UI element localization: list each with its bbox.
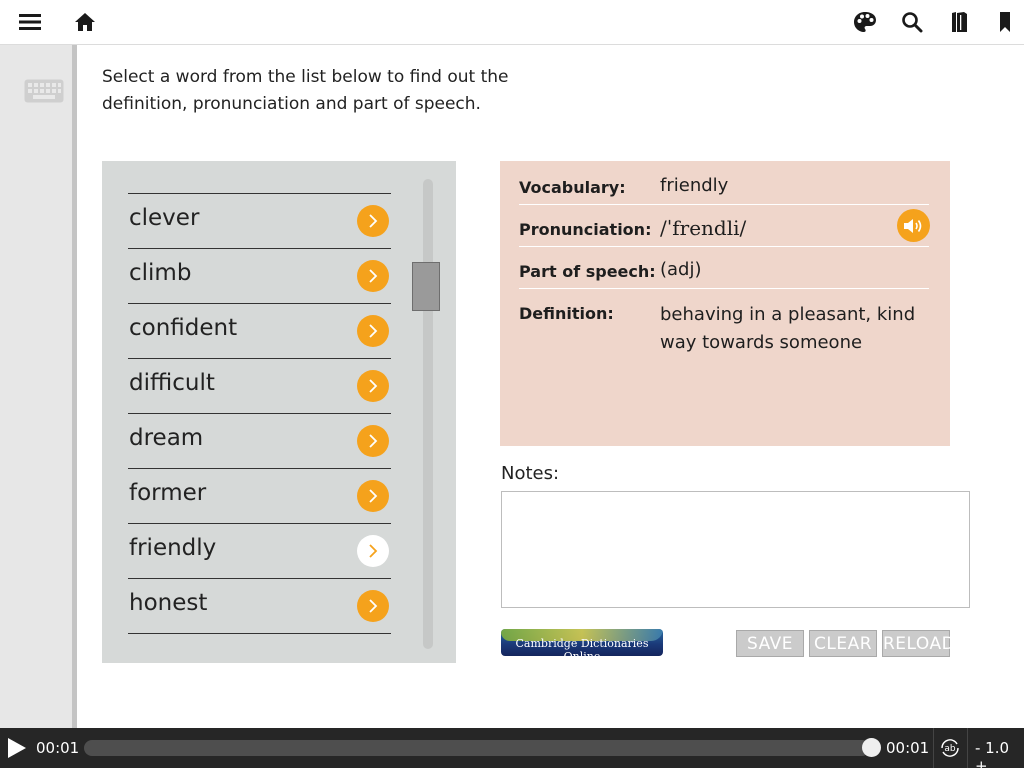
word-item-former[interactable]: former <box>128 469 391 524</box>
vocabulary-value: friendly <box>660 175 729 196</box>
progress-knob[interactable] <box>862 738 881 757</box>
book-icon[interactable] <box>945 8 973 36</box>
word-label: climb <box>129 260 192 286</box>
play-icon[interactable] <box>8 738 26 758</box>
clear-button[interactable]: CLEAR <box>809 630 877 657</box>
chevron-right-icon[interactable] <box>357 205 389 237</box>
vocabulary-row: Vocabulary: friendly <box>519 175 929 205</box>
reload-button[interactable]: RELOAD <box>882 630 955 657</box>
side-panel-divider <box>72 45 77 728</box>
media-player-bar: 00:01 00:01 ab - 1.0 + <box>0 728 1024 775</box>
keyboard-icon[interactable] <box>24 79 64 103</box>
chevron-right-icon[interactable] <box>357 370 389 402</box>
chevron-right-icon[interactable] <box>357 425 389 457</box>
word-list: clever climb confident difficult dream f… <box>128 193 391 634</box>
pronunciation-value: /ˈfrendli/ <box>660 216 747 240</box>
vocabulary-label: Vocabulary: <box>519 178 626 197</box>
chevron-right-icon[interactable] <box>357 535 389 567</box>
playback-speed-control[interactable]: - 1.0 + <box>975 739 1024 775</box>
cambridge-dictionaries-logo[interactable]: Cambridge Dictionaries Online <box>501 629 663 656</box>
elapsed-time: 00:01 <box>36 739 80 757</box>
speaker-icon[interactable] <box>897 209 930 242</box>
duration-time: 00:01 <box>886 739 930 757</box>
player-divider <box>933 728 934 768</box>
word-label: honest <box>129 590 208 616</box>
chevron-right-icon[interactable] <box>357 315 389 347</box>
definition-value: behaving in a pleasant, kind way towards… <box>660 304 916 353</box>
save-button[interactable]: SAVE <box>736 630 804 657</box>
search-icon[interactable] <box>898 8 926 36</box>
notes-textarea[interactable] <box>501 491 970 608</box>
word-list-panel: clever climb confident difficult dream f… <box>102 161 456 663</box>
word-label: difficult <box>129 370 215 396</box>
word-label: former <box>129 480 207 506</box>
player-divider <box>967 728 968 768</box>
palette-icon[interactable] <box>851 8 879 36</box>
word-item-climb[interactable]: climb <box>128 249 391 304</box>
part-of-speech-label: Part of speech: <box>519 262 656 281</box>
word-label: confident <box>129 315 238 341</box>
bookmark-icon[interactable] <box>991 8 1019 36</box>
word-item-confident[interactable]: confident <box>128 304 391 359</box>
word-item-dream[interactable]: dream <box>128 414 391 469</box>
top-bar <box>0 0 1024 45</box>
chevron-right-icon[interactable] <box>357 260 389 292</box>
home-icon[interactable] <box>71 8 99 36</box>
word-label: clever <box>129 205 200 231</box>
pronunciation-label: Pronunciation: <box>519 220 652 239</box>
scrollbar-thumb[interactable] <box>412 262 440 311</box>
word-item-friendly[interactable]: friendly <box>128 524 391 579</box>
svg-text:ab: ab <box>944 744 956 754</box>
instruction-text: Select a word from the list below to fin… <box>102 67 509 114</box>
chevron-right-icon[interactable] <box>357 480 389 512</box>
menu-icon[interactable] <box>16 8 44 36</box>
word-item-honest[interactable]: honest <box>128 579 391 634</box>
word-label: friendly <box>129 535 217 561</box>
part-of-speech-value: (adj) <box>660 259 702 280</box>
transcript-ab-icon[interactable]: ab <box>938 736 962 760</box>
word-item-difficult[interactable]: difficult <box>128 359 391 414</box>
pronunciation-row: Pronunciation: /ˈfrendli/ <box>519 216 929 247</box>
word-label: dream <box>129 425 204 451</box>
progress-track[interactable] <box>84 740 870 756</box>
side-panel <box>0 45 72 728</box>
definition-row: Definition: behaving in a pleasant, kind… <box>519 301 929 361</box>
logo-text: Cambridge Dictionaries Online <box>515 637 649 656</box>
word-item-clever[interactable]: clever <box>128 194 391 249</box>
definition-panel: Vocabulary: friendly Pronunciation: /ˈfr… <box>500 161 950 446</box>
chevron-right-icon[interactable] <box>357 590 389 622</box>
notes-label: Notes: <box>501 463 560 484</box>
definition-label: Definition: <box>519 304 614 323</box>
part-of-speech-row: Part of speech: (adj) <box>519 259 929 289</box>
scrollbar-track[interactable] <box>423 179 433 649</box>
